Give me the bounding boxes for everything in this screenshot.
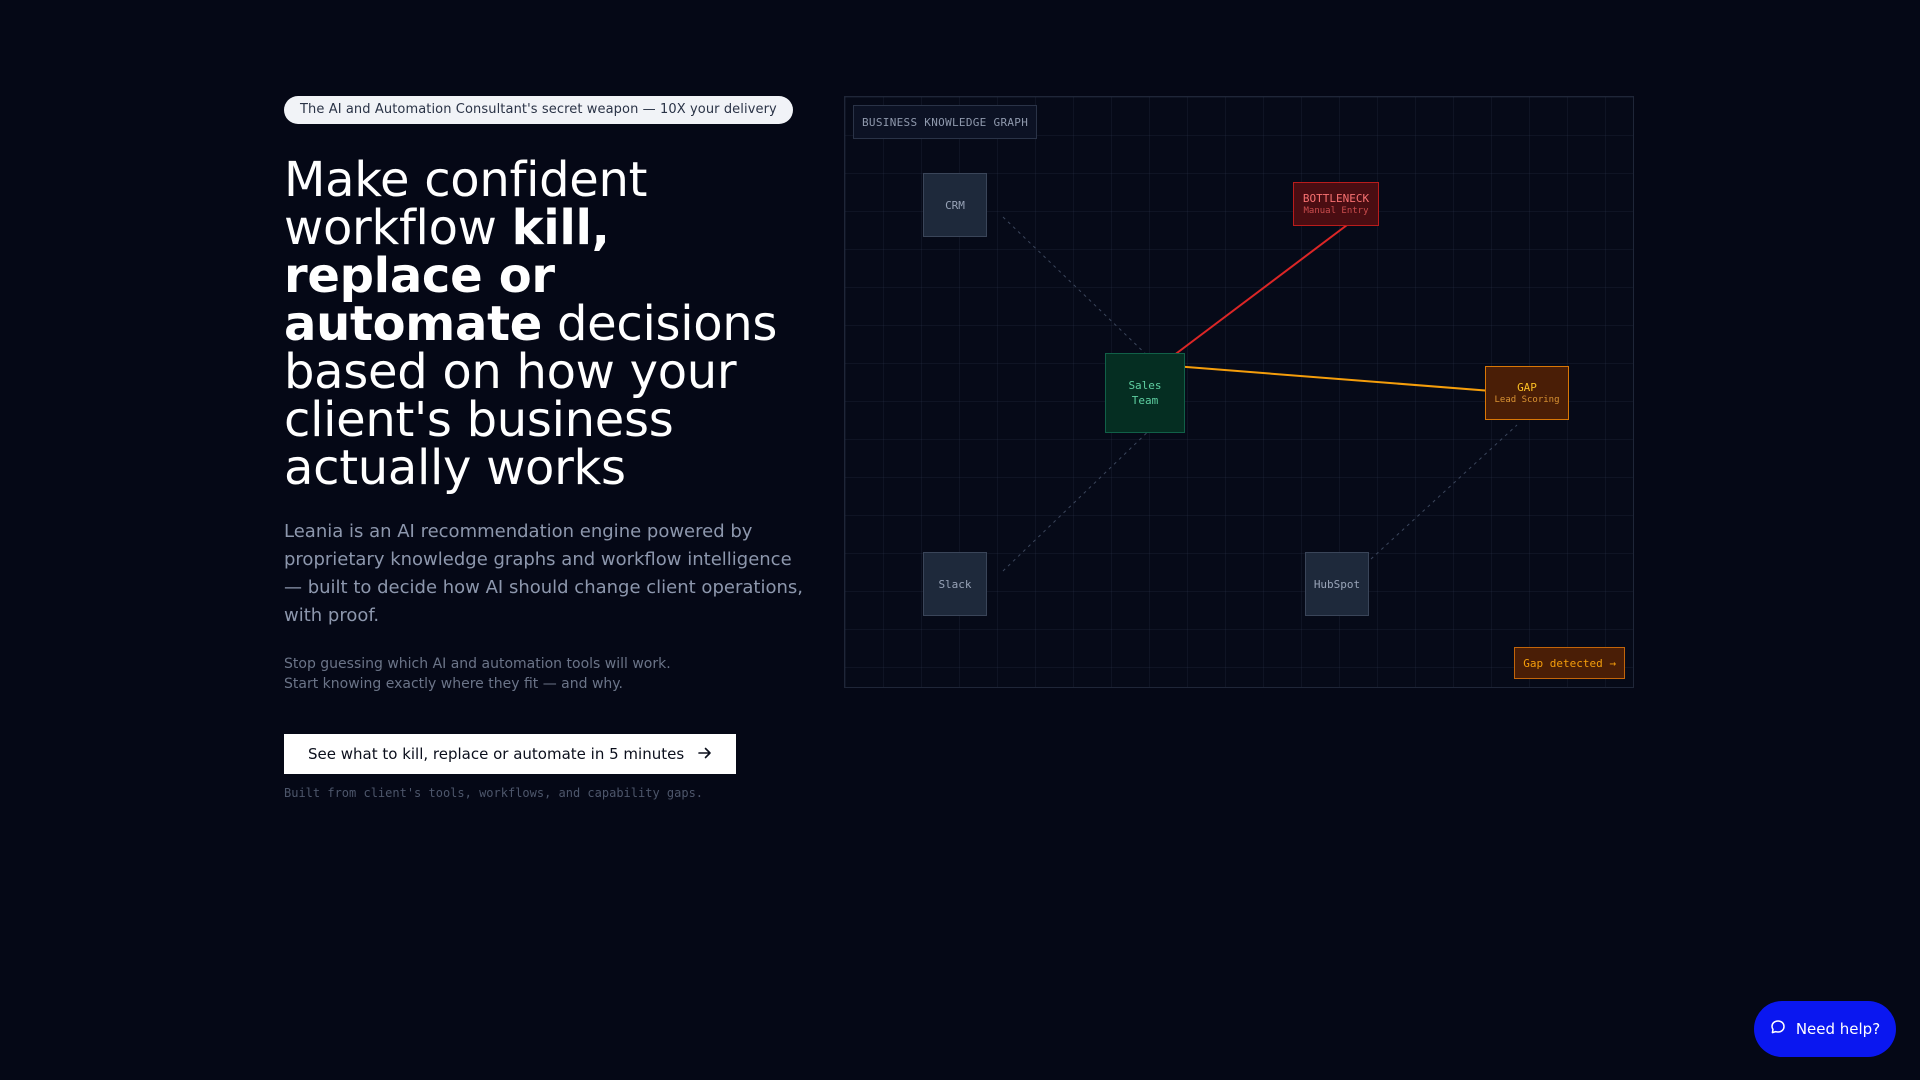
hero-section: The AI and Automation Consultant's secre… [284, 96, 804, 800]
node-slack[interactable]: Slack [923, 552, 987, 616]
arrow-right-svg [698, 747, 711, 758]
node-sales-line-1: Sales [1128, 379, 1162, 392]
cta-button[interactable]: See what to kill, replace or automate in… [284, 734, 737, 774]
edge-sales-bottleneck [1160, 215, 1360, 366]
knowledge-graph-panel: BUSINESS KNOWLEDGE GRAPH CRM BOTTLENECK … [844, 96, 1634, 688]
node-hubspot-label: HubSpot [1313, 577, 1361, 591]
gap-detected-chip[interactable]: Gap detected → [1514, 647, 1625, 679]
node-crm[interactable]: CRM [923, 173, 987, 237]
chat-bubble-icon [1770, 1019, 1786, 1039]
node-slack-label: Slack [938, 577, 972, 591]
node-bottleneck-title: BOTTLENECK [1302, 191, 1370, 205]
cta-note: Built from client's tools, workflows, an… [284, 786, 704, 800]
sub-line-2: Start knowing exactly where they fit — a… [284, 676, 624, 692]
page-title: Make confident workflow kill, replace or… [284, 156, 804, 492]
node-bottleneck[interactable]: BOTTLENECK Manual Entry [1293, 182, 1379, 226]
arrow-right-icon [698, 746, 712, 763]
sub-paragraph: Stop guessing which AI and automation to… [284, 654, 804, 694]
sub-line-1: Stop guessing which AI and automation to… [284, 656, 671, 672]
edge-slack-sales [1002, 422, 1158, 572]
cta-label: See what to kill, replace or automate in… [308, 745, 685, 763]
chat-bubble-svg [1771, 1020, 1785, 1034]
tagline-badge: The AI and Automation Consultant's secre… [284, 96, 793, 124]
node-gap-subtitle: Lead Scoring [1494, 394, 1560, 405]
need-help-label: Need help? [1795, 1020, 1881, 1038]
node-sales-team[interactable]: Sales Team [1105, 353, 1185, 433]
node-crm-label: CRM [945, 198, 965, 212]
lead-paragraph: Leania is an AI recommendation engine po… [284, 521, 803, 626]
page: The AI and Automation Consultant's secre… [0, 0, 1920, 1080]
node-sales-line-2: Team [1131, 394, 1159, 407]
edge-crm-sales [1002, 216, 1152, 360]
need-help-button[interactable]: Need help? [1754, 1001, 1896, 1057]
edge-hubspot-gap [1370, 424, 1518, 560]
node-hubspot[interactable]: HubSpot [1305, 552, 1369, 616]
node-bottleneck-subtitle: Manual Entry [1303, 205, 1369, 216]
node-gap-title: GAP [1517, 380, 1537, 394]
node-gap[interactable]: GAP Lead Scoring [1485, 366, 1569, 420]
edge-sales-gap [1160, 364, 1518, 394]
